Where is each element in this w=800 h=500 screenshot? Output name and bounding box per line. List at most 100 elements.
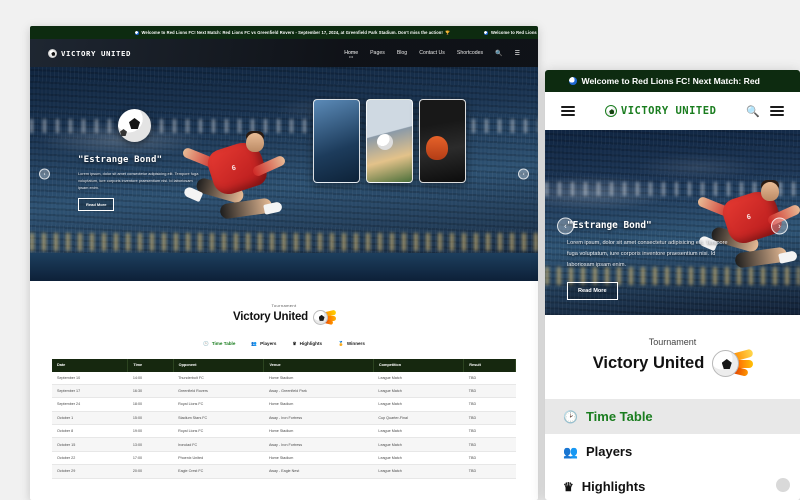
slider-prev-arrow[interactable]: ‹: [39, 168, 50, 180]
menu-icon[interactable]: [770, 105, 784, 117]
cell-date: October 8: [52, 424, 128, 439]
tournament-tabs: 🕑 Time Table 👥 Players ♛ Highlights 🏅 Wi…: [30, 341, 538, 347]
hero-thumbnail[interactable]: [366, 99, 413, 183]
desktop-navbar: VICTORY UNITED Home Pages Blog Contact U…: [30, 39, 538, 67]
tab-time-table[interactable]: 🕑 Time Table: [203, 341, 235, 347]
brand-name: VICTORY UNITED: [620, 105, 717, 117]
nav-item-pages[interactable]: Pages: [370, 50, 385, 56]
desktop-announcement-bar: Welcome to Red Lions FC! Next Match: Red…: [30, 26, 538, 39]
tournament-section: Tournament Victory United 🕑 Time Table 👥: [30, 281, 538, 479]
nav-item-contact-us[interactable]: Contact Us: [419, 50, 445, 56]
slider-prev-arrow[interactable]: ‹: [557, 217, 574, 235]
hamburger-icon[interactable]: ☰: [515, 50, 520, 57]
col-time: Time: [127, 358, 174, 372]
flaming-soccer-ball-icon: [712, 348, 754, 379]
soccer-ball-icon: [484, 30, 489, 35]
search-icon[interactable]: 🔍: [495, 50, 502, 57]
mobile-announcement-text: Welcome to Red Lions FC! Next Match: Red: [581, 76, 760, 86]
mobile-tournament-section: Tournament Victory United 🕑 Time Table 👥: [545, 315, 800, 500]
tournament-title: Victory United: [592, 354, 705, 372]
hero-title: "Estrange Bond": [78, 155, 163, 165]
cell-time: 19:00: [127, 424, 174, 439]
cell-time: 13:00: [127, 437, 174, 452]
people-icon: 👥: [251, 340, 258, 346]
flaming-soccer-ball-icon: [312, 309, 337, 326]
cell-competition: League Match: [373, 424, 464, 439]
cell-venue: Home Stadium: [263, 371, 374, 385]
cell-result: TBD: [463, 464, 516, 479]
cell-opponent: Ironclad FC: [173, 437, 264, 452]
cell-opponent: Thunderbolt FC: [173, 371, 264, 385]
cell-opponent: Phoenix United: [173, 451, 264, 466]
cell-opponent: Eagle Crest FC: [173, 464, 264, 479]
announcement-text: Welcome to Red Lions FC! Next Match: Red…: [141, 30, 443, 35]
soccer-ball-icon: [48, 48, 57, 58]
cell-venue: Away - Iron Fortress: [263, 437, 374, 452]
table-header-row: Date Time Opponent Venue Competition Res…: [52, 358, 516, 372]
scroll-indicator[interactable]: [776, 478, 790, 492]
site-logo[interactable]: VICTORY UNITED: [604, 105, 717, 117]
table-row: September 17 16:30 Greenfield Rovers Awa…: [52, 384, 516, 399]
cell-date: October 22: [52, 451, 128, 466]
search-icon[interactable]: 🔍: [746, 105, 760, 118]
cell-date: September 24: [52, 397, 128, 412]
tab-label: Highlights: [581, 479, 646, 494]
desktop-hero-slider: 6 "Estrange Bond" Lorem ipsum, dolor sit…: [30, 67, 538, 281]
tournament-title-row: Victory United: [233, 309, 337, 326]
cell-result: TBD: [463, 451, 516, 466]
announcement-text: Welcome to Red Lions FC!: [490, 30, 538, 35]
cell-time: 16:30: [127, 384, 174, 399]
hamburger-icon[interactable]: [561, 105, 575, 117]
tournament-header: Tournament Victory United: [30, 303, 538, 326]
site-logo[interactable]: VICTORY UNITED: [48, 48, 131, 58]
tab-players[interactable]: 👥 Players: [545, 434, 800, 469]
trophy-icon: ♛: [563, 479, 574, 494]
desktop-mockup: Welcome to Red Lions FC! Next Match: Red…: [30, 26, 538, 500]
slider-next-arrow[interactable]: ›: [518, 168, 529, 180]
tab-time-table[interactable]: 🕑 Time Table: [545, 399, 800, 434]
tab-highlights[interactable]: ♛ Highlights: [292, 341, 322, 347]
nav-item-shortcodes[interactable]: Shortcodes: [457, 50, 483, 56]
read-more-button[interactable]: Read More: [567, 281, 618, 300]
cell-time: 20:00: [127, 464, 174, 479]
table-row: September 10 14:00 Thunderbolt FC Home S…: [52, 371, 516, 385]
trophy-icon: 🏆: [445, 30, 451, 35]
hero-thumbnail[interactable]: [419, 99, 466, 183]
hero-description: Lorem ipsum, dolor sit amet consectetur …: [567, 240, 728, 268]
people-icon: 👥: [563, 444, 578, 459]
cell-competition: League Match: [373, 451, 464, 466]
read-more-button[interactable]: Read More: [78, 197, 115, 211]
table-body: September 10 14:00 Thunderbolt FC Home S…: [52, 371, 516, 479]
nav-item-blog[interactable]: Blog: [397, 50, 407, 56]
nav-item-home[interactable]: Home: [344, 50, 358, 56]
cell-competition: League Match: [373, 371, 464, 385]
clock-icon: 🕑: [203, 340, 209, 346]
mobile-hero-caption: "Estrange Bond" Lorem ipsum, dolor sit a…: [567, 220, 737, 300]
hero-thumbnail[interactable]: [313, 99, 360, 183]
tab-winners[interactable]: 🏅 Winners: [338, 341, 365, 347]
mobile-announcement-bar: Welcome to Red Lions FC! Next Match: Red: [545, 70, 800, 92]
table-row: October 22 17:00 Phoenix United Home Sta…: [52, 451, 516, 466]
table-row: October 29 20:00 Eagle Crest FC Away - E…: [52, 464, 516, 479]
cell-venue: Away - Iron Fortress: [263, 411, 374, 426]
tournament-subtitle: Tournament: [271, 303, 297, 308]
cell-result: TBD: [463, 371, 516, 385]
tab-players[interactable]: 👥 Players: [251, 341, 276, 347]
announcement-ticker: Welcome to Red Lions FC! Next Match: Red…: [30, 30, 538, 35]
cell-venue: Home Stadium: [263, 424, 374, 439]
cell-opponent: Greenfield Rovers: [173, 384, 264, 399]
cell-date: October 15: [52, 437, 128, 452]
cell-time: 15:00: [127, 411, 174, 426]
col-result: Result: [463, 358, 516, 372]
tab-label: Winners: [346, 341, 365, 346]
mobile-tournament-tabs: 🕑 Time Table 👥 Players ♛ Highlights: [545, 399, 800, 500]
hero-title: "Estrange Bond": [567, 220, 652, 231]
cell-result: TBD: [463, 424, 516, 439]
tab-highlights[interactable]: ♛ Highlights: [545, 469, 800, 500]
slider-next-arrow[interactable]: ›: [771, 217, 788, 235]
medal-icon: 🏅: [338, 340, 344, 346]
col-opponent: Opponent: [173, 358, 265, 372]
tab-label: Highlights: [299, 341, 323, 346]
tournament-title: Victory United: [233, 311, 308, 323]
cell-venue: Away - Greenfield Park: [263, 384, 374, 399]
